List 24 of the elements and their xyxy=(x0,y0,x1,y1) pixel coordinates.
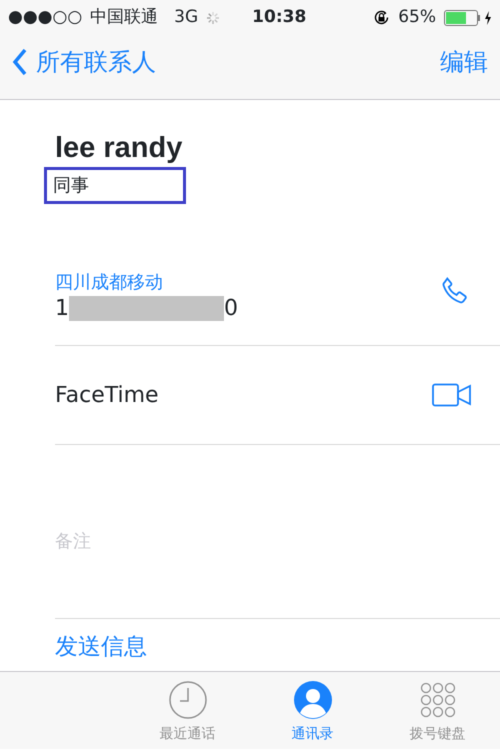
tab-bar-item[interactable]: 通讯录 xyxy=(250,672,375,749)
person-icon xyxy=(292,680,332,720)
number-start: 1 xyxy=(55,296,69,322)
network-type: 3G xyxy=(174,6,198,29)
back-chevron-icon xyxy=(12,48,28,76)
clock-icon xyxy=(168,680,208,720)
battery-icon xyxy=(444,10,492,26)
tab-bar-item[interactable]: 拨号键盘 xyxy=(375,672,500,749)
send-message-link[interactable]: 发送信息 xyxy=(55,619,500,671)
facetime-label: FaceTime xyxy=(55,382,159,410)
clock-time: 10:38 xyxy=(252,6,306,29)
phone-label: 四川成都移动 xyxy=(55,270,164,295)
tab-bar-item[interactable]: 最近通话 xyxy=(125,672,250,749)
number-end: 0 xyxy=(224,296,238,322)
contact-group: 同事 xyxy=(44,167,186,204)
rotation-lock-icon xyxy=(373,9,390,26)
carrier-name: 中国联通 xyxy=(90,6,158,29)
contact-name: lee randy xyxy=(55,134,184,163)
edit-button[interactable]: 编辑 xyxy=(440,44,488,80)
activity-spinner-icon xyxy=(206,10,220,24)
battery-percent: 65% xyxy=(398,6,436,29)
signal-strength: ●●●○○ xyxy=(8,6,82,29)
video-camera-icon[interactable] xyxy=(432,383,472,407)
back-button[interactable]: 所有联系人 xyxy=(12,44,156,80)
